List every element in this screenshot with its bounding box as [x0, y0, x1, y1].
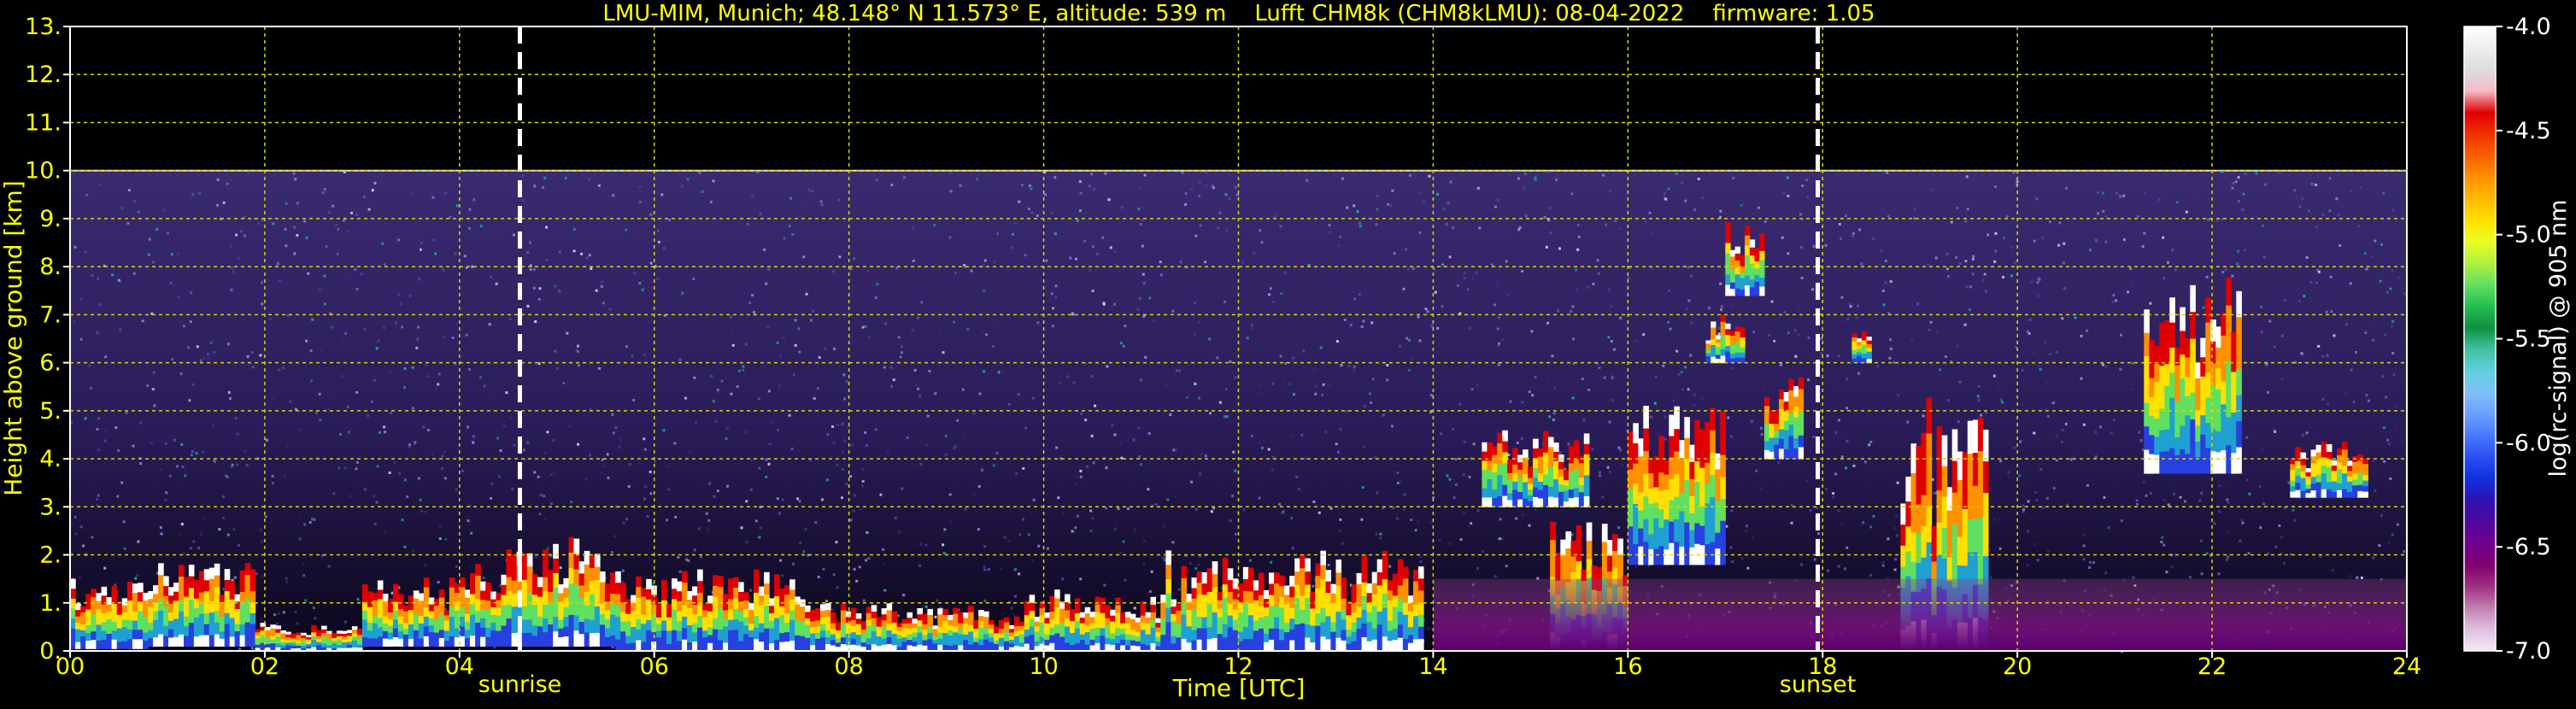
colorbar-tick-label: -4.5 [2506, 118, 2551, 144]
x-tick-label: 14 [1418, 653, 1447, 680]
y-tick-label: 2. [39, 542, 62, 569]
x-tick-label: 20 [2003, 653, 2032, 680]
colorbar-tick-label: -7.0 [2506, 638, 2551, 665]
x-tick-label: 22 [2198, 653, 2227, 680]
y-tick-label: 8. [39, 254, 62, 280]
y-tick-label: 10. [25, 158, 62, 185]
x-axis-label: Time [UTC] [1172, 674, 1306, 702]
y-tick-label: 1. [39, 590, 62, 617]
x-tick-label: 16 [1613, 653, 1642, 680]
colorbar-tick-label: -6.5 [2506, 534, 2551, 560]
y-tick-label: 7. [39, 302, 62, 328]
x-tick-label: 18 [1808, 653, 1837, 680]
colorbar-tick-label: -5.5 [2506, 326, 2551, 353]
y-tick-label: 11. [25, 109, 62, 136]
event-label-sunrise: sunrise [478, 671, 562, 698]
y-tick-label: 0. [39, 638, 62, 665]
x-tick-label: 10 [1029, 653, 1058, 680]
x-tick-label: 24 [2392, 653, 2421, 680]
colorbar-gradient [2464, 26, 2496, 651]
y-tick-label: 3. [39, 494, 62, 520]
colorbar-tick-label: -4.0 [2506, 14, 2551, 40]
aerosol-layer [1433, 579, 2407, 651]
y-tick-label: 5. [39, 398, 62, 425]
colorbar-label: log(rc-signal) @ 905 nm [2545, 200, 2572, 478]
y-tick-label: 6. [39, 350, 62, 377]
x-tick-label: 08 [834, 653, 863, 680]
colorbar: -4.0 -4.5 -5.0 -5.5 -6.0 -6.5 -7.0 log(rc-sign… [2464, 14, 2572, 665]
ceilometer-chart: sunrisesunset 00020406081012141618202224… [0, 0, 2576, 706]
x-tick-label: 02 [250, 653, 279, 680]
colorbar-tick-label: -6.0 [2506, 430, 2551, 456]
x-tick-label: 06 [640, 653, 669, 680]
colorbar-tick-label: -5.0 [2506, 222, 2551, 249]
chart-svg: sunrisesunset 00020406081012141618202224… [0, 0, 2576, 706]
y-tick-label: 9. [39, 206, 62, 232]
x-tick-label: 04 [445, 653, 474, 680]
y-tick-label: 4. [39, 446, 62, 472]
chart-title: LMU-MIM, Munich; 48.148° N 11.573° E, al… [602, 1, 1875, 26]
y-tick-label: 12. [25, 62, 62, 88]
colorbar-ticks: -4.0 -4.5 -5.0 -5.5 -6.0 -6.5 -7.0 [2496, 14, 2551, 665]
y-axis-label: Height above ground [km] [0, 180, 27, 496]
y-tick-label: 13. [25, 14, 62, 40]
